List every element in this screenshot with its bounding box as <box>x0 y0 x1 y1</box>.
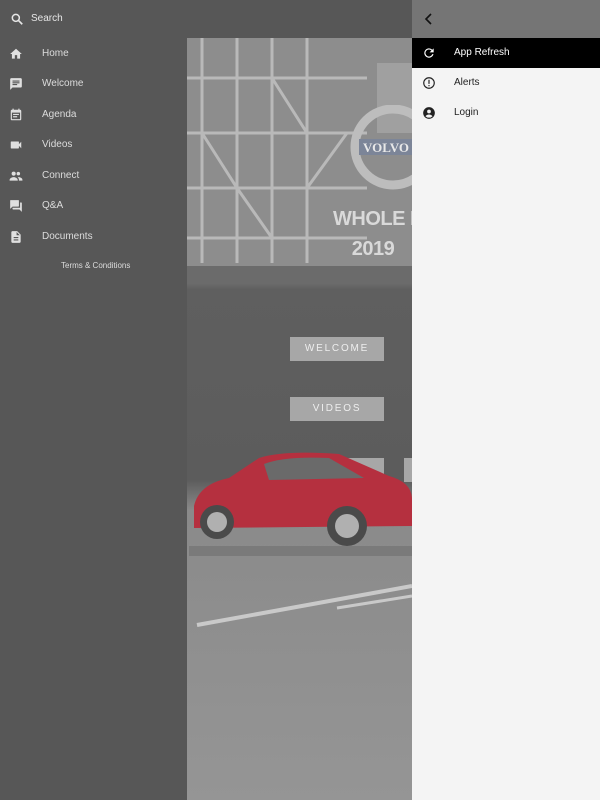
account-icon <box>422 106 436 120</box>
search-icon <box>10 12 24 26</box>
home-icon <box>9 47 23 61</box>
chevron-left-icon[interactable] <box>424 12 434 30</box>
sidebar-item-label: Agenda <box>42 109 77 120</box>
menu-item-alerts[interactable]: Alerts <box>412 68 600 98</box>
sidebar-item-label: Home <box>42 48 69 59</box>
chat-icon <box>9 77 23 91</box>
forum-icon <box>9 199 23 213</box>
menu-item-app-refresh[interactable]: App Refresh <box>412 38 600 68</box>
welcome-button[interactable]: WELCOME <box>290 337 384 361</box>
svg-text:VOLVO: VOLVO <box>363 140 409 155</box>
terms-link[interactable]: Terms & Conditions <box>61 261 130 270</box>
sidebar-item-label: Welcome <box>42 78 84 89</box>
sidebar-item-welcome[interactable]: Welcome <box>0 69 187 99</box>
menu-item-login[interactable]: Login <box>412 98 600 128</box>
right-drawer: App Refresh Alerts Login <box>412 0 600 800</box>
agenda-icon <box>9 108 23 122</box>
sidebar-item-documents[interactable]: Documents <box>0 222 187 252</box>
alert-icon <box>422 76 436 90</box>
hero-title-line2: 2019 <box>351 238 395 260</box>
drawer-header <box>412 0 600 38</box>
hero-title-line1: WHOLE LIF <box>333 208 412 230</box>
search-label: Search <box>31 13 63 24</box>
videos-button[interactable]: VIDEOS <box>290 397 384 421</box>
hero-background: VOLVO WHOLE LIF 2019 WELCOME VIDEOS Q&A <box>187 38 412 800</box>
sidebar-item-label: Connect <box>42 170 80 181</box>
car-image <box>189 452 412 556</box>
sidebar-item-agenda[interactable]: Agenda <box>0 100 187 130</box>
sidebar-item-videos[interactable]: Videos <box>0 130 187 160</box>
menu-item-label: Login <box>454 107 479 118</box>
sidebar-item-label: Q&A <box>42 200 64 211</box>
menu-item-label: Alerts <box>454 77 480 88</box>
document-icon <box>9 230 23 244</box>
road-markings <box>196 584 412 627</box>
people-icon <box>9 169 23 183</box>
refresh-icon <box>422 46 436 60</box>
menu-item-label: App Refresh <box>454 47 510 58</box>
sidebar-item-qa[interactable]: Q&A <box>0 191 187 221</box>
sidebar-item-connect[interactable]: Connect <box>0 161 187 191</box>
sidebar-item-home[interactable]: Home <box>0 39 187 69</box>
volvo-logo: VOLVO <box>350 105 412 190</box>
search-row[interactable]: Search <box>0 0 187 38</box>
sidebar-item-label: Documents <box>42 231 93 242</box>
sidebar-item-label: Videos <box>42 139 73 150</box>
sidebar-menu: Search Home Welcome Agenda Videos Connec… <box>0 0 187 800</box>
video-icon <box>9 138 23 152</box>
